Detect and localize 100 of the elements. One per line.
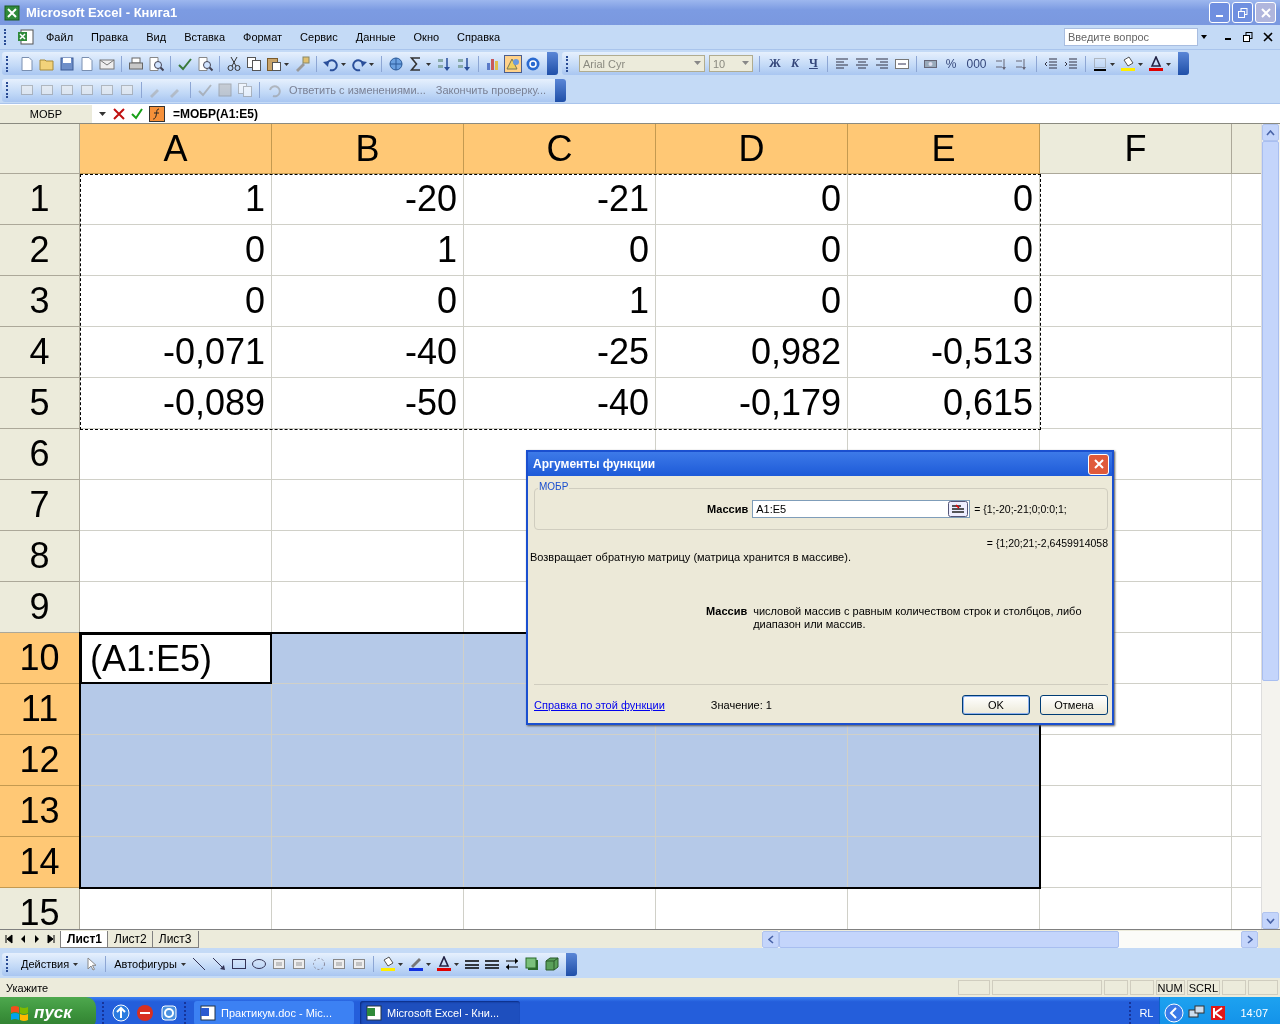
toolbar-options-icon[interactable] — [555, 78, 566, 102]
arrow-up-icon[interactable] — [112, 1004, 130, 1022]
sheet-tab[interactable]: Лист1 — [60, 930, 110, 948]
enter-check-icon[interactable] — [131, 107, 143, 120]
taskbar-button[interactable]: Microsoft Excel - Кни... — [360, 1001, 520, 1024]
fill-color-icon[interactable] — [1119, 55, 1136, 72]
row-header[interactable]: 8 — [0, 531, 80, 582]
font-color-icon[interactable] — [1147, 55, 1164, 72]
align-left-icon[interactable] — [833, 55, 850, 72]
row-header[interactable]: 2 — [0, 225, 80, 276]
sheet-tab[interactable]: Лист3 — [151, 930, 199, 948]
cancel-icon[interactable] — [113, 107, 125, 120]
row-header[interactable]: 5 — [0, 378, 80, 429]
font-color-icon[interactable] — [435, 956, 452, 972]
menu-item[interactable]: Файл — [39, 29, 81, 45]
start-button[interactable]: пуск — [0, 997, 96, 1024]
dropdown-caret-icon[interactable] — [1200, 33, 1208, 41]
taskbar-button[interactable]: Практикум.doc - Mic... — [194, 1001, 354, 1024]
help-search-field[interactable]: Введите вопрос — [1064, 28, 1198, 46]
toolbar-options-icon[interactable] — [565, 952, 577, 976]
number-format-button[interactable]: 000 — [963, 54, 990, 73]
paste-icon[interactable] — [266, 55, 282, 72]
copy-icon[interactable] — [246, 55, 262, 72]
shield-k-icon[interactable] — [1210, 1005, 1227, 1021]
row-header[interactable]: 4 — [0, 327, 80, 378]
column-header[interactable]: E — [848, 124, 1040, 174]
text-style-button[interactable]: Ч — [806, 54, 821, 73]
help-link[interactable]: Справка по этой функции — [534, 699, 665, 711]
show-hidden-icons-icon[interactable] — [1164, 1003, 1185, 1023]
vertical-scrollbar[interactable] — [1261, 124, 1280, 929]
cube-icon[interactable] — [543, 956, 560, 972]
row-header[interactable]: 10 — [0, 633, 80, 684]
name-box[interactable]: МОБР — [0, 104, 92, 123]
collapse-dialog-icon[interactable] — [948, 501, 969, 517]
borders-icon[interactable] — [1091, 55, 1108, 72]
align-right-icon[interactable] — [873, 55, 890, 72]
close-button[interactable] — [1088, 453, 1109, 475]
text-style-button[interactable]: К — [787, 54, 802, 73]
menu-item[interactable]: Правка — [84, 29, 136, 45]
menu-item[interactable]: Справка — [450, 29, 508, 45]
scroll-down-icon[interactable] — [1262, 912, 1279, 929]
row-header[interactable]: 9 — [0, 582, 80, 633]
workbook-icon[interactable] — [17, 29, 35, 45]
row-header[interactable]: 14 — [0, 837, 80, 888]
horizontal-scrollbar[interactable] — [762, 930, 1258, 948]
language-indicator[interactable]: RL — [1139, 1007, 1154, 1019]
fill-color-icon[interactable] — [379, 956, 396, 972]
scroll-up-icon[interactable] — [1262, 124, 1279, 141]
align-center-icon[interactable] — [853, 55, 870, 72]
dropdown-caret-icon[interactable] — [98, 109, 107, 118]
toolbar-options-icon[interactable] — [1177, 52, 1189, 75]
drawing-shapes-icon[interactable] — [505, 55, 521, 72]
arrow-icon[interactable] — [210, 956, 227, 972]
formula-field[interactable]: =МОБР(A1:E5) — [171, 106, 258, 121]
text-style-button[interactable]: Ж — [766, 54, 784, 73]
round-badge-icon[interactable] — [136, 1004, 154, 1022]
column-header[interactable]: B — [272, 124, 464, 174]
row-header[interactable]: 3 — [0, 276, 80, 327]
column-header[interactable]: D — [656, 124, 848, 174]
row-header[interactable]: 6 — [0, 429, 80, 480]
menu-item[interactable]: Окно — [406, 29, 447, 45]
new-document-icon[interactable] — [19, 55, 35, 72]
row-header[interactable]: 12 — [0, 735, 80, 786]
restore-button[interactable] — [1232, 2, 1253, 23]
line-icon[interactable] — [190, 956, 207, 972]
row-header[interactable]: 11 — [0, 684, 80, 735]
menu-item[interactable]: Сервис — [293, 29, 345, 45]
scroll-thumb[interactable] — [1262, 141, 1279, 681]
arrow-style-icon[interactable] — [503, 956, 520, 972]
scroll-right-icon[interactable] — [1241, 930, 1258, 948]
row-header[interactable]: 1 — [0, 174, 80, 225]
dialog-button[interactable]: Отмена — [1040, 695, 1108, 715]
argument-field[interactable]: A1:E5 — [752, 500, 971, 518]
sheet-tab[interactable]: Лист2 — [107, 930, 154, 948]
row-header[interactable]: 15 — [0, 888, 80, 929]
column-header[interactable]: F — [1040, 124, 1232, 174]
restore-icon[interactable] — [1243, 32, 1253, 42]
browser-icon[interactable] — [160, 1004, 178, 1022]
oval-icon[interactable] — [250, 956, 267, 972]
scroll-left-icon[interactable] — [762, 930, 779, 948]
increase-indent-icon[interactable] — [1062, 55, 1079, 72]
menu-item[interactable]: Данные — [348, 29, 403, 45]
autoshapes-menu[interactable]: Автофигуры — [112, 958, 179, 970]
minimize-button[interactable] — [1209, 2, 1230, 23]
print-preview-icon[interactable] — [148, 55, 164, 72]
row-header[interactable]: 7 — [0, 480, 80, 531]
decrease-indent-icon[interactable] — [1042, 55, 1059, 72]
scroll-thumb[interactable] — [779, 930, 1119, 948]
column-header[interactable]: C — [464, 124, 656, 174]
sort-ascending-icon[interactable] — [436, 55, 452, 72]
first-sheet-icon[interactable] — [4, 934, 14, 944]
insert-function-icon[interactable] — [149, 105, 165, 122]
menu-item[interactable]: Вид — [139, 29, 174, 45]
help-icon[interactable] — [525, 55, 541, 72]
last-sheet-icon[interactable] — [46, 934, 56, 944]
row-header[interactable]: 13 — [0, 786, 80, 837]
sort-descending-icon[interactable] — [456, 55, 472, 72]
line-color-icon[interactable] — [407, 956, 424, 972]
scissors-icon[interactable] — [226, 55, 242, 72]
track-changes-icon[interactable] — [197, 82, 213, 98]
